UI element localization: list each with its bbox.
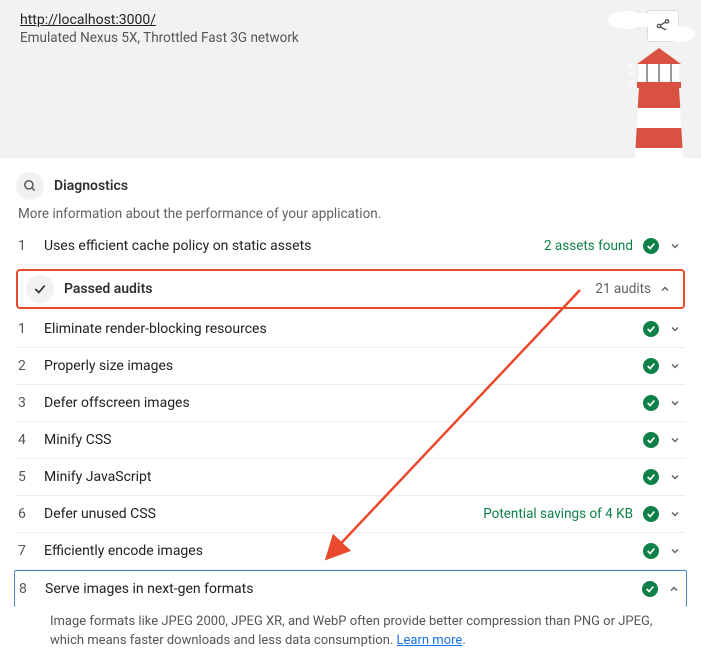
row-label: Properly size images bbox=[44, 358, 643, 374]
passed-audit-row[interactable]: 5Minify JavaScript bbox=[16, 459, 685, 496]
emulation-info: Emulated Nexus 5X, Throttled Fast 3G net… bbox=[20, 30, 681, 46]
check-icon bbox=[26, 275, 54, 303]
pass-badge-icon bbox=[643, 358, 659, 374]
row-number: 1 bbox=[16, 321, 44, 337]
search-icon bbox=[16, 172, 44, 200]
row-number: 2 bbox=[16, 358, 44, 374]
passed-audit-row[interactable]: 1Eliminate render-blocking resources bbox=[16, 311, 685, 348]
audit-description-text: Image formats like JPEG 2000, JPEG XR, a… bbox=[50, 614, 652, 648]
chevron-down-icon[interactable] bbox=[669, 240, 681, 252]
chevron-icon[interactable] bbox=[668, 583, 680, 595]
chevron-icon[interactable] bbox=[669, 397, 681, 409]
row-label: Defer offscreen images bbox=[44, 395, 643, 411]
passed-audits-count: 21 audits bbox=[595, 281, 651, 297]
row-label: Uses efficient cache policy on static as… bbox=[44, 238, 544, 254]
diagnostics-row[interactable]: 1 Uses efficient cache policy on static … bbox=[16, 228, 685, 265]
row-number: 1 bbox=[16, 238, 44, 254]
row-number: 7 bbox=[16, 543, 44, 559]
learn-more-link[interactable]: Learn more bbox=[397, 633, 463, 648]
report-header: http://localhost:3000/ Emulated Nexus 5X… bbox=[0, 0, 701, 158]
chevron-icon[interactable] bbox=[669, 471, 681, 483]
row-number: 6 bbox=[16, 506, 44, 522]
pass-badge-icon bbox=[643, 506, 659, 522]
chevron-icon[interactable] bbox=[669, 360, 681, 372]
row-label: Minify JavaScript bbox=[44, 469, 643, 485]
pass-badge-icon bbox=[643, 395, 659, 411]
diagnostics-subtitle: More information about the performance o… bbox=[18, 206, 685, 222]
row-label: Defer unused CSS bbox=[44, 506, 483, 522]
row-number: 3 bbox=[16, 395, 44, 411]
report-url[interactable]: http://localhost:3000/ bbox=[20, 12, 681, 28]
pass-badge-icon bbox=[643, 432, 659, 448]
pass-badge-icon bbox=[642, 581, 658, 597]
chevron-icon[interactable] bbox=[669, 434, 681, 446]
audit-description: Image formats like JPEG 2000, JPEG XR, a… bbox=[16, 607, 685, 657]
pass-badge-icon bbox=[643, 321, 659, 337]
passed-audit-row[interactable]: 6Defer unused CSSPotential savings of 4 … bbox=[16, 496, 685, 533]
row-label: Efficiently encode images bbox=[44, 543, 643, 559]
diagnostics-title: Diagnostics bbox=[54, 178, 128, 194]
row-detail: 2 assets found bbox=[544, 238, 633, 254]
chevron-icon[interactable] bbox=[669, 323, 681, 335]
chevron-up-icon bbox=[659, 283, 671, 295]
passed-audit-row[interactable]: 4Minify CSS bbox=[16, 422, 685, 459]
pass-badge-icon bbox=[643, 469, 659, 485]
chevron-icon[interactable] bbox=[669, 508, 681, 520]
diagnostics-section-header: Diagnostics bbox=[16, 172, 685, 200]
pass-badge-icon bbox=[643, 543, 659, 559]
lighthouse-illustration bbox=[629, 48, 689, 158]
row-label: Minify CSS bbox=[44, 432, 643, 448]
clouds-decoration bbox=[601, 6, 701, 46]
passed-audits-toggle[interactable]: Passed audits 21 audits bbox=[16, 269, 685, 309]
row-number: 4 bbox=[16, 432, 44, 448]
passed-audit-row[interactable]: 2Properly size images bbox=[16, 348, 685, 385]
row-number: 8 bbox=[17, 581, 45, 597]
row-number: 5 bbox=[16, 469, 44, 485]
passed-audit-row[interactable]: 7Efficiently encode images bbox=[16, 533, 685, 570]
row-label: Eliminate render-blocking resources bbox=[44, 321, 643, 337]
pass-badge-icon bbox=[643, 238, 659, 254]
passed-audits-title: Passed audits bbox=[64, 281, 595, 297]
passed-audit-row[interactable]: 8Serve images in next-gen formats bbox=[14, 570, 687, 607]
row-detail: Potential savings of 4 KB bbox=[483, 506, 633, 522]
chevron-icon[interactable] bbox=[669, 545, 681, 557]
passed-audit-row[interactable]: 3Defer offscreen images bbox=[16, 385, 685, 422]
row-label: Serve images in next-gen formats bbox=[45, 581, 642, 597]
